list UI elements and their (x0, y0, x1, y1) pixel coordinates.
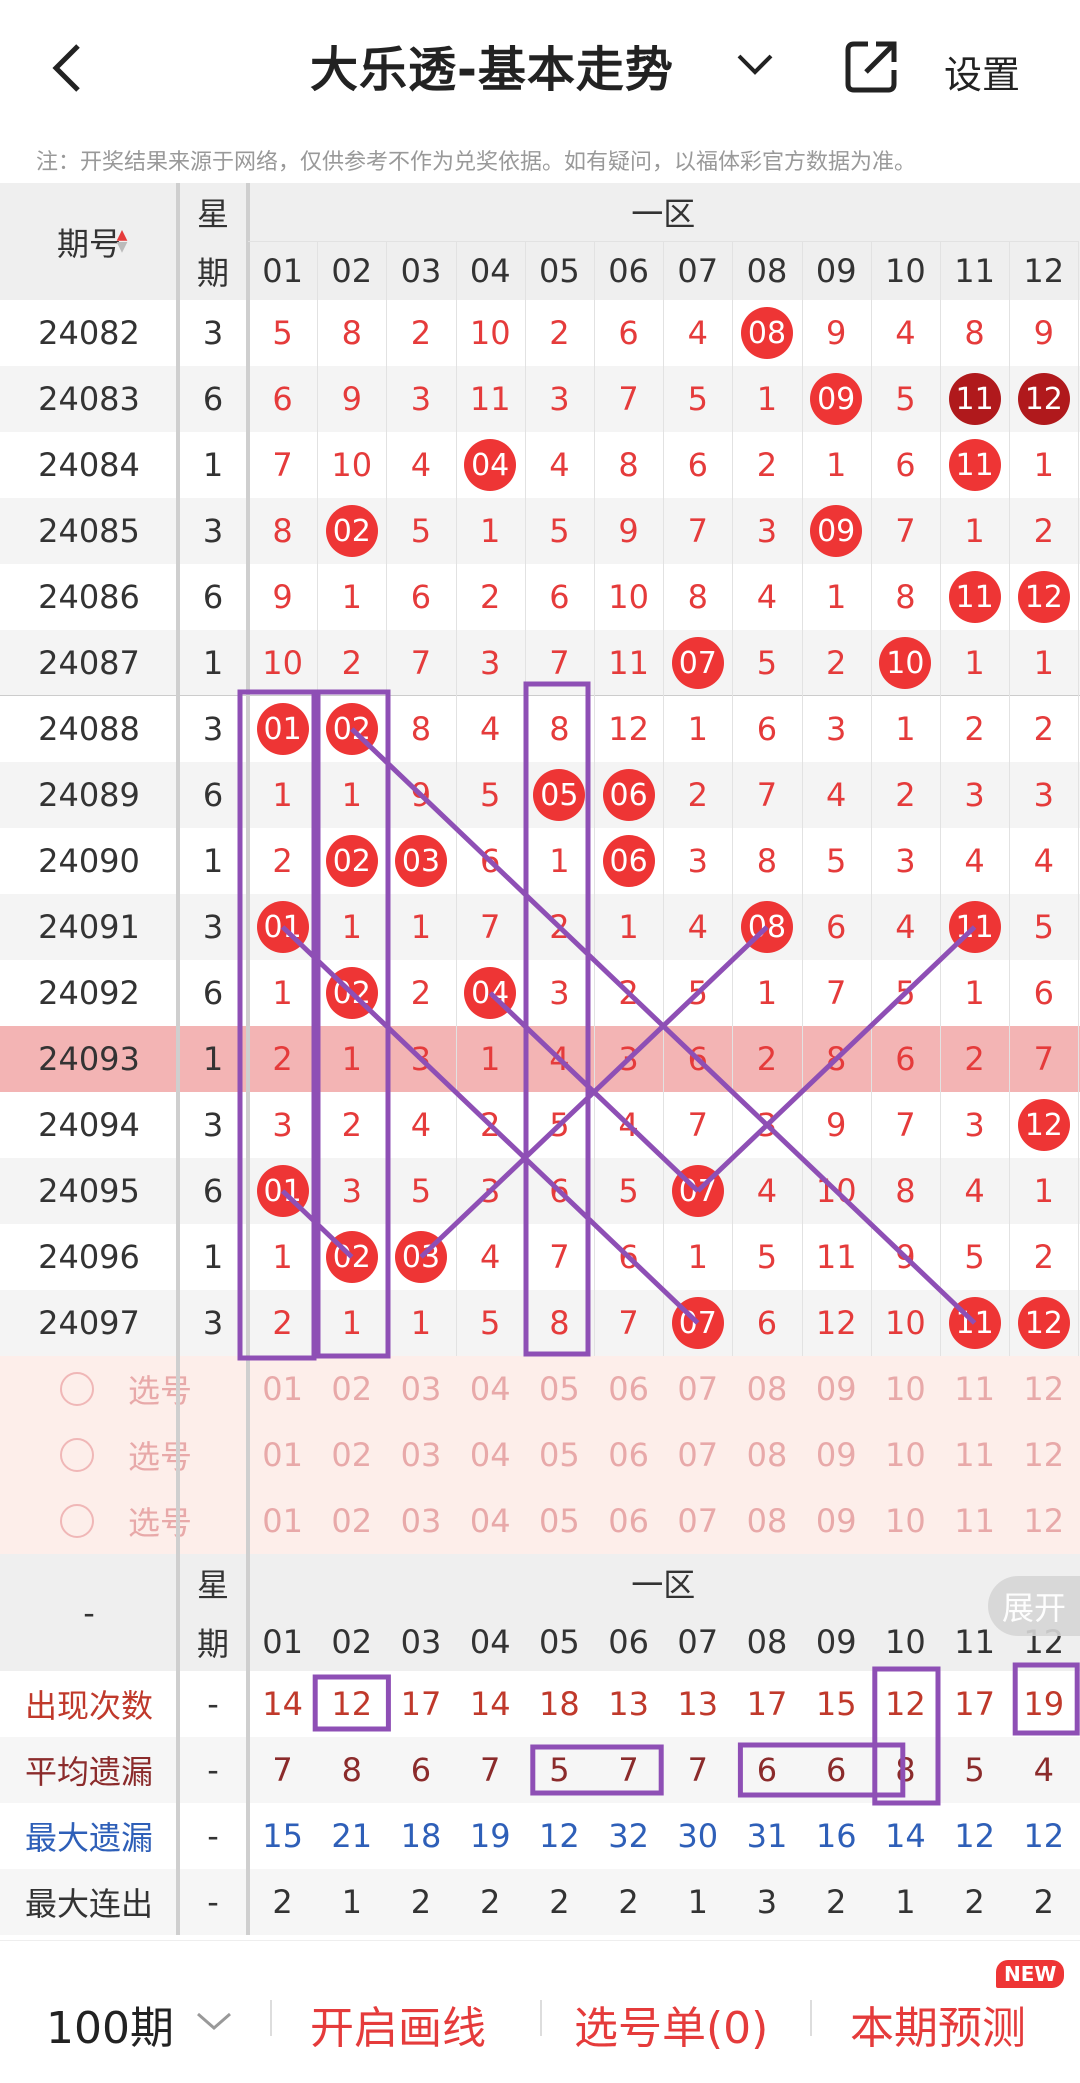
drawn-line (280, 925, 700, 1325)
pick-list-button[interactable]: 选号单(0) (574, 1992, 768, 2056)
drawn-line (419, 925, 769, 1259)
period-select[interactable]: 100期 (46, 1992, 174, 2056)
drawn-box (530, 1744, 664, 1796)
drawn-lines-overlay (237, 681, 1080, 1806)
drawn-box (523, 681, 591, 1357)
chevron-down-icon[interactable] (194, 2010, 234, 2032)
drawn-box (237, 689, 317, 1361)
new-badge: NEW (996, 1960, 1065, 1988)
divider (810, 2000, 812, 2036)
expand-button[interactable]: 展开 (988, 1576, 1080, 1636)
drawn-box (1012, 1662, 1080, 1736)
divider (540, 2000, 542, 2036)
divider (270, 2000, 272, 2036)
drawn-box (737, 1742, 906, 1798)
drawn-box (315, 689, 391, 1359)
predict-button[interactable]: 本期预测 (850, 1992, 1026, 2056)
drawn-box (312, 1674, 391, 1732)
draw-lines-button[interactable]: 开启画线 (310, 1992, 486, 2056)
drawn-box (872, 1666, 941, 1806)
drawn-line (696, 925, 977, 1193)
